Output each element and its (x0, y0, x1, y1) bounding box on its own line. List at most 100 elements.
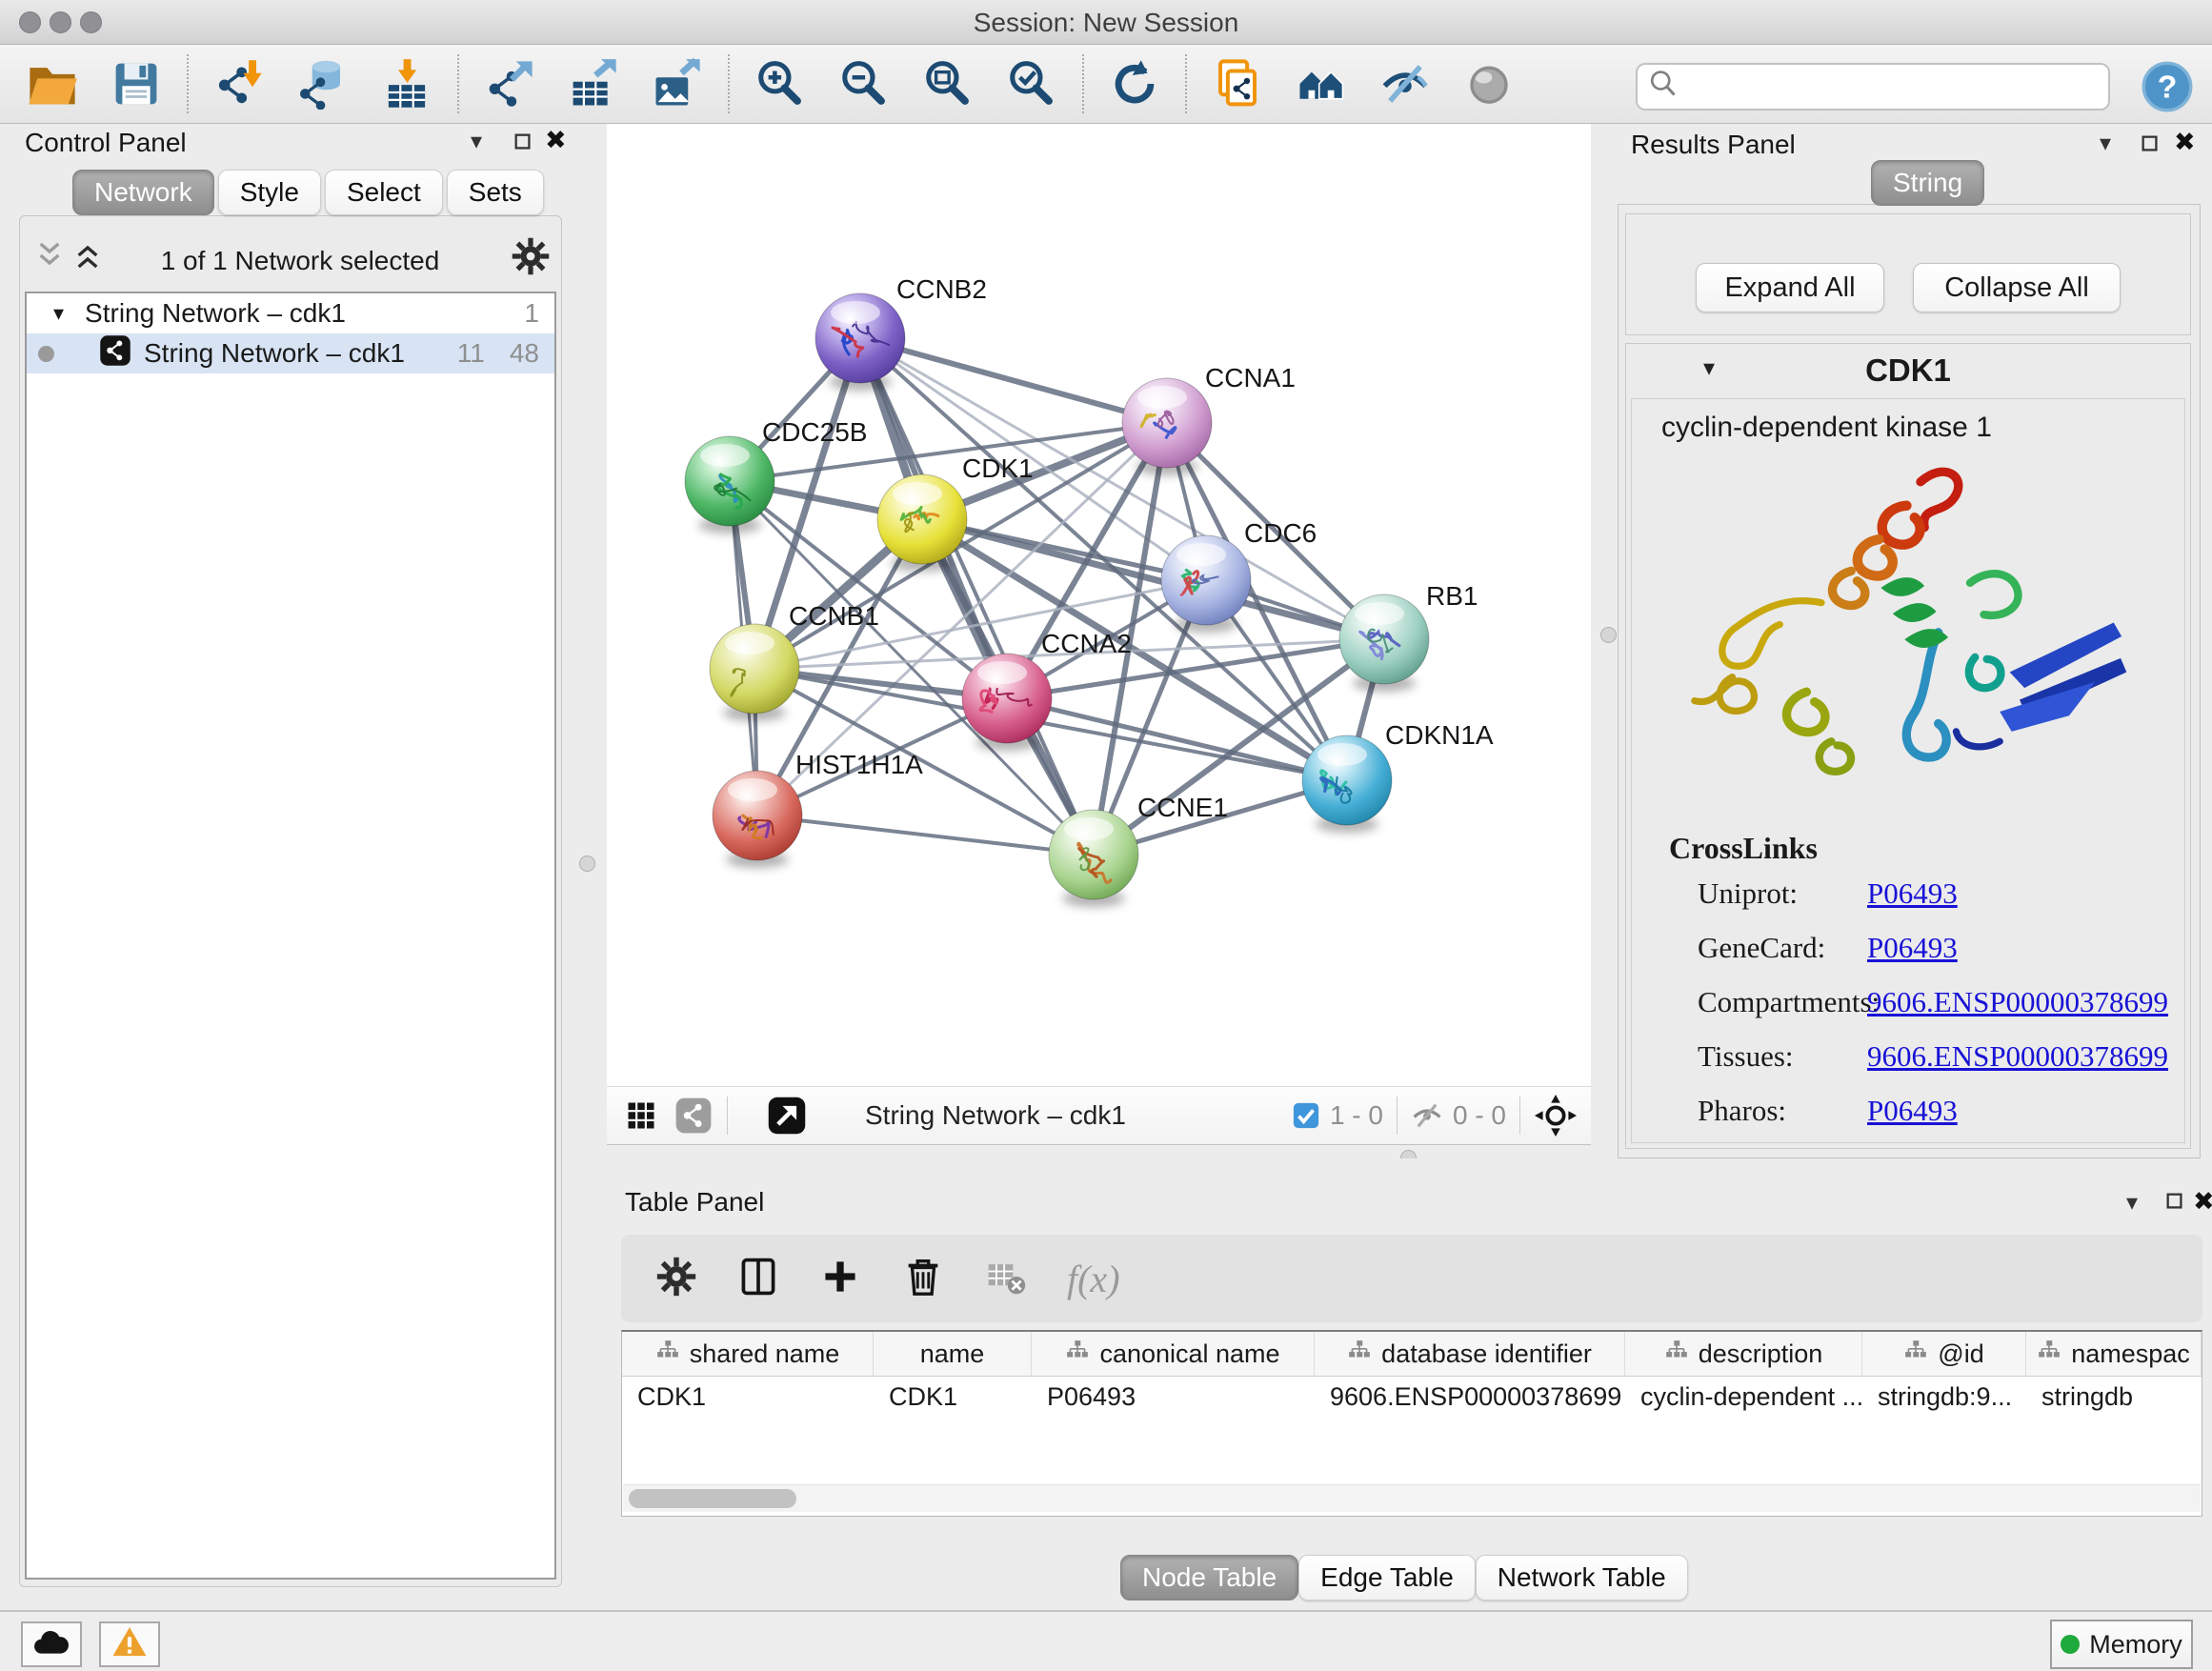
collapse-all-button[interactable]: Collapse All (1913, 263, 2121, 312)
column-header-namespac[interactable]: namespac (2026, 1332, 2202, 1376)
network-node-CCNB2[interactable] (815, 293, 905, 383)
column-header-canonical-name[interactable]: canonical name (1032, 1332, 1315, 1376)
table-cell: stringdb (2026, 1377, 2202, 1419)
delete-column-icon[interactable] (901, 1255, 945, 1303)
crosslink-link[interactable]: 9606.ENSP00000378699 (1867, 1039, 2168, 1074)
tab-sets[interactable]: Sets (447, 170, 544, 215)
table-panel-collapse-icon[interactable]: ▾ (2126, 1189, 2138, 1216)
search-input[interactable] (1681, 67, 2108, 107)
crosslink-link[interactable]: P06493 (1867, 1094, 1958, 1128)
show-columns-icon[interactable] (737, 1256, 779, 1302)
open-session-button[interactable] (25, 56, 80, 111)
fit-selected-target-icon[interactable] (1534, 1094, 1578, 1137)
node-gloss (1064, 817, 1114, 840)
table-panel-close-icon[interactable]: ✖ (2193, 1187, 2212, 1217)
tab-network-table[interactable]: Network Table (1476, 1555, 1688, 1601)
import-network-button[interactable] (211, 56, 267, 111)
zoom-out-button[interactable] (836, 56, 892, 111)
crosslink-link[interactable]: P06493 (1867, 931, 1958, 965)
node-gloss (1176, 543, 1226, 566)
tab-node-table[interactable]: Node Table (1120, 1555, 1298, 1601)
expand-all-button[interactable]: Expand All (1696, 263, 1884, 312)
scrollbar-thumb[interactable] (629, 1489, 796, 1508)
zoom-in-button[interactable] (753, 56, 808, 111)
results-panel-float-icon[interactable] (2140, 133, 2161, 159)
column-header-name[interactable]: name (874, 1332, 1032, 1376)
crosslink-link[interactable]: P06493 (1867, 876, 1958, 911)
column-header-database-identifier[interactable]: database identifier (1315, 1332, 1625, 1376)
cloud-button[interactable] (21, 1621, 82, 1667)
network-row-selected[interactable]: String Network – cdk1 11 48 (27, 333, 554, 373)
refresh-layout-button[interactable] (1107, 56, 1162, 111)
control-panel-close-icon[interactable]: ✖ (545, 126, 567, 155)
show-all-button[interactable] (1461, 56, 1517, 111)
network-canvas[interactable]: CCNB2CCNA1CDC25BCDK1CDC6RB1CCNB1CCNA2CDK… (607, 124, 1591, 1086)
search-field[interactable] (1636, 63, 2110, 111)
expand-all-networks-icon[interactable] (72, 240, 103, 275)
right-splitter-handle[interactable] (1600, 627, 1617, 643)
results-panel-close-icon[interactable]: ✖ (2174, 128, 2196, 157)
clone-network-button[interactable] (1210, 56, 1265, 111)
network-node-CCNA1[interactable] (1122, 378, 1212, 468)
tab-style[interactable]: Style (218, 170, 321, 215)
column-label: @id (1938, 1339, 1983, 1369)
view-grid-icon[interactable] (624, 1098, 658, 1133)
network-node-CDC25B[interactable] (685, 436, 774, 526)
network-edge (757, 815, 1094, 855)
network-node-CDK1[interactable] (877, 474, 967, 564)
table-cell: CDK1 (622, 1377, 874, 1419)
birds-eye-view-icon[interactable] (766, 1095, 808, 1137)
results-panel-collapse-icon[interactable]: ▾ (2100, 130, 2111, 156)
warning-icon (111, 1623, 149, 1666)
tab-string[interactable]: String (1871, 160, 1984, 206)
network-options-gear-icon[interactable] (511, 236, 551, 281)
save-session-button[interactable] (109, 56, 164, 111)
zoom-selected-button[interactable] (1004, 56, 1059, 111)
add-column-icon[interactable] (819, 1256, 861, 1302)
selected-checkbox-icon[interactable] (1292, 1101, 1320, 1130)
column-header--id[interactable]: @id (1862, 1332, 2026, 1376)
network-graph[interactable]: CCNB2CCNA1CDC25BCDK1CDC6RB1CCNB1CCNA2CDK… (607, 124, 1591, 1086)
left-splitter-handle[interactable] (579, 856, 595, 872)
node-label-RB1: RB1 (1426, 581, 1478, 611)
tab-select[interactable]: Select (325, 170, 443, 215)
hide-selected-button[interactable] (1377, 56, 1433, 111)
zoom-fit-button[interactable] (920, 56, 975, 111)
column-header-shared-name[interactable]: shared name (622, 1332, 874, 1376)
crosslink-link[interactable]: 9606.ENSP00000378699 (1867, 985, 2168, 1019)
collapse-all-networks-icon[interactable] (34, 240, 65, 275)
table-header-row: shared namenamecanonical namedatabase id… (622, 1332, 2202, 1377)
table-cell: stringdb:9... (1862, 1377, 2026, 1419)
export-image-button[interactable] (650, 56, 705, 111)
network-node-CCNA2[interactable] (962, 654, 1052, 743)
export-network-button[interactable] (482, 56, 537, 111)
warnings-button[interactable] (99, 1621, 160, 1667)
first-neighbors-button[interactable] (1294, 56, 1349, 111)
crosslinks-list: Uniprot:P06493GeneCard:P06493Compartment… (1698, 876, 2174, 1148)
table-row[interactable]: CDK1CDK1P064939606.ENSP00000378699cyclin… (622, 1377, 2202, 1419)
save-session-icon (111, 58, 162, 110)
network-node-HIST1H1A[interactable] (713, 771, 802, 860)
import-table-button[interactable] (379, 56, 434, 111)
network-node-CCNB1[interactable] (710, 624, 799, 714)
network-collection-row[interactable]: ▾ String Network – cdk1 1 (27, 293, 554, 333)
network-node-CDKN1A[interactable] (1302, 735, 1392, 825)
network-node-CDC6[interactable] (1161, 535, 1251, 625)
table-panel-float-icon[interactable] (2164, 1191, 2185, 1217)
export-table-button[interactable] (566, 56, 621, 111)
memory-button[interactable]: Memory (2050, 1620, 2193, 1669)
tree-expander-icon[interactable]: ▾ (53, 302, 64, 326)
help-button[interactable]: ? (2142, 61, 2193, 112)
tab-edge-table[interactable]: Edge Table (1298, 1555, 1476, 1601)
control-panel-float-icon[interactable] (513, 131, 533, 157)
hidden-eye-slash-icon[interactable] (1411, 1099, 1443, 1132)
column-header-description[interactable]: description (1625, 1332, 1862, 1376)
view-network-icon[interactable] (674, 1096, 714, 1136)
import-database-button[interactable] (295, 56, 351, 111)
control-panel-collapse-icon[interactable]: ▾ (471, 128, 482, 154)
tab-network[interactable]: Network (72, 170, 214, 215)
network-node-CCNE1[interactable] (1049, 810, 1138, 899)
column-label: namespac (2071, 1339, 2190, 1369)
table-options-gear-icon[interactable] (655, 1256, 697, 1302)
network-node-RB1[interactable] (1339, 594, 1429, 684)
